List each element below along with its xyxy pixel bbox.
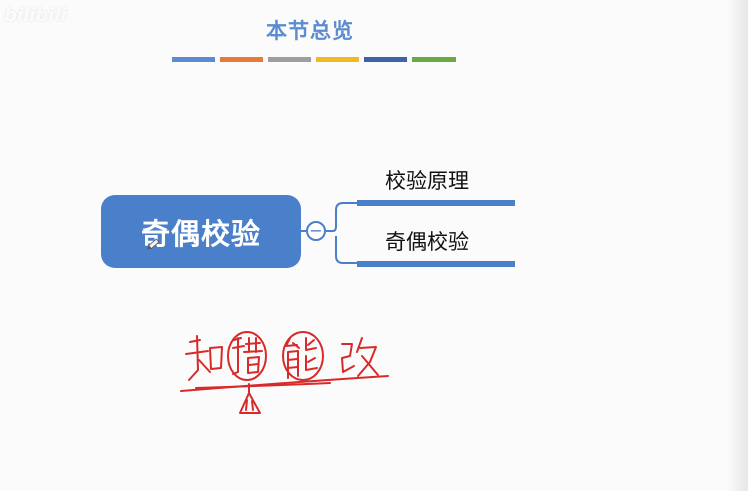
- slide-canvas: bilibili 本节总览 奇偶校验 − 校验原理 奇偶校验: [0, 0, 748, 491]
- window-edge-shadow: [726, 0, 748, 491]
- handwritten-annotation: [180, 331, 389, 414]
